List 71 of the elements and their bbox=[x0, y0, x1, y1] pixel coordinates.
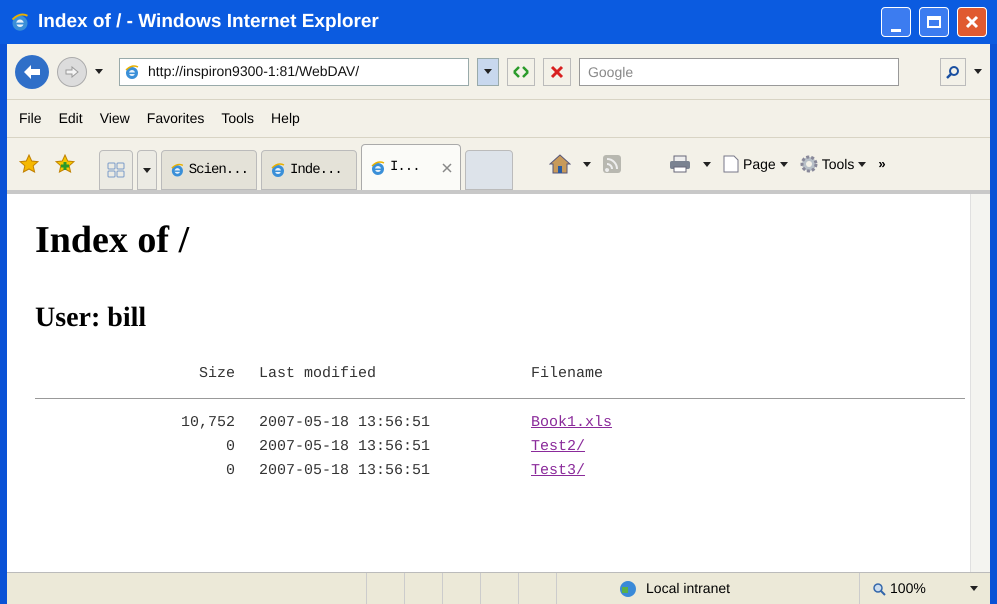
modified-date: 2007-05-18 13:56:51 bbox=[259, 436, 432, 456]
caret-icon[interactable] bbox=[974, 69, 982, 74]
close-button[interactable] bbox=[957, 7, 987, 37]
forward-button[interactable] bbox=[57, 56, 87, 86]
menu-item[interactable]: Help bbox=[271, 108, 300, 129]
caret-icon[interactable] bbox=[703, 162, 711, 166]
more-commands-chevron[interactable]: » bbox=[878, 154, 886, 173]
file-link[interactable]: Book1.xls bbox=[531, 410, 612, 434]
page-menu-button[interactable]: Page bbox=[723, 154, 788, 174]
page-heading: Index of / bbox=[35, 218, 190, 263]
column-header: Last modified bbox=[259, 364, 378, 384]
modified-date: 2007-05-18 13:56:51 bbox=[259, 460, 432, 480]
stop-icon bbox=[550, 64, 564, 78]
refresh-button[interactable] bbox=[507, 58, 535, 86]
minimize-button[interactable] bbox=[881, 7, 911, 37]
forward-arrow-icon bbox=[65, 66, 79, 78]
file-link[interactable]: Test3/ bbox=[531, 458, 586, 482]
globe-icon bbox=[618, 578, 638, 598]
column-header: Filename bbox=[531, 364, 604, 384]
security-zone: Local intranet bbox=[646, 579, 730, 598]
browser-logo-icon bbox=[124, 64, 140, 80]
window-title: Index of / - Windows Internet Explorer bbox=[38, 10, 379, 34]
file-size: 10,752 bbox=[180, 412, 235, 432]
browser-logo-icon bbox=[10, 12, 30, 32]
menu-item[interactable]: File bbox=[19, 108, 42, 129]
column-header: Size bbox=[198, 364, 235, 384]
file-size: 0 bbox=[224, 460, 235, 480]
page-subheading: User: bill bbox=[35, 301, 148, 335]
back-button[interactable] bbox=[15, 54, 49, 88]
gear-icon bbox=[800, 155, 818, 173]
grid-icon bbox=[107, 162, 125, 178]
tools-menu-button[interactable]: Tools bbox=[800, 154, 866, 174]
stop-button[interactable] bbox=[543, 58, 571, 86]
browser-tab[interactable]: Scien... bbox=[161, 150, 257, 190]
star-icon[interactable] bbox=[19, 154, 39, 174]
browser-tab[interactable]: Inde... bbox=[261, 150, 357, 190]
back-arrow-icon bbox=[23, 64, 41, 80]
close-icon bbox=[965, 15, 979, 29]
home-icon[interactable] bbox=[549, 154, 571, 174]
magnifier-icon bbox=[872, 582, 886, 596]
page-icon bbox=[723, 155, 739, 173]
address-field[interactable]: http://inspiron9300-1:81/WebDAV/ bbox=[119, 58, 469, 86]
caret-icon[interactable] bbox=[780, 162, 788, 166]
browser-logo-icon bbox=[170, 162, 185, 178]
menu-item[interactable]: Favorites bbox=[146, 108, 204, 129]
caret-icon[interactable] bbox=[95, 69, 103, 74]
address-dropdown-button[interactable] bbox=[477, 58, 499, 86]
menu-item[interactable]: View bbox=[100, 108, 130, 129]
browser-tab[interactable]: I... bbox=[361, 144, 461, 190]
printer-icon[interactable] bbox=[669, 155, 691, 173]
browser-logo-icon bbox=[370, 160, 386, 176]
caret-icon[interactable] bbox=[484, 69, 492, 74]
tab-list-button[interactable] bbox=[137, 150, 157, 190]
file-size: 0 bbox=[224, 436, 235, 456]
search-field[interactable]: Google bbox=[579, 58, 899, 86]
browser-logo-icon bbox=[270, 162, 286, 178]
search-button[interactable] bbox=[940, 58, 966, 86]
close-tab-icon[interactable] bbox=[442, 162, 452, 172]
maximize-button[interactable] bbox=[919, 7, 949, 37]
zoom-button[interactable]: 100% bbox=[860, 573, 990, 604]
menu-item[interactable]: Edit bbox=[58, 108, 83, 129]
file-link[interactable]: Test2/ bbox=[531, 434, 586, 458]
caret-icon[interactable] bbox=[970, 586, 978, 591]
scrollbar[interactable] bbox=[970, 194, 990, 572]
menu-item[interactable]: Tools bbox=[221, 108, 254, 129]
caret-icon[interactable] bbox=[143, 168, 151, 172]
caret-icon[interactable] bbox=[858, 162, 866, 166]
caret-icon[interactable] bbox=[583, 162, 591, 166]
search-icon bbox=[946, 64, 960, 78]
modified-date: 2007-05-18 13:56:51 bbox=[259, 412, 432, 432]
add-favorite-icon[interactable] bbox=[55, 154, 75, 174]
